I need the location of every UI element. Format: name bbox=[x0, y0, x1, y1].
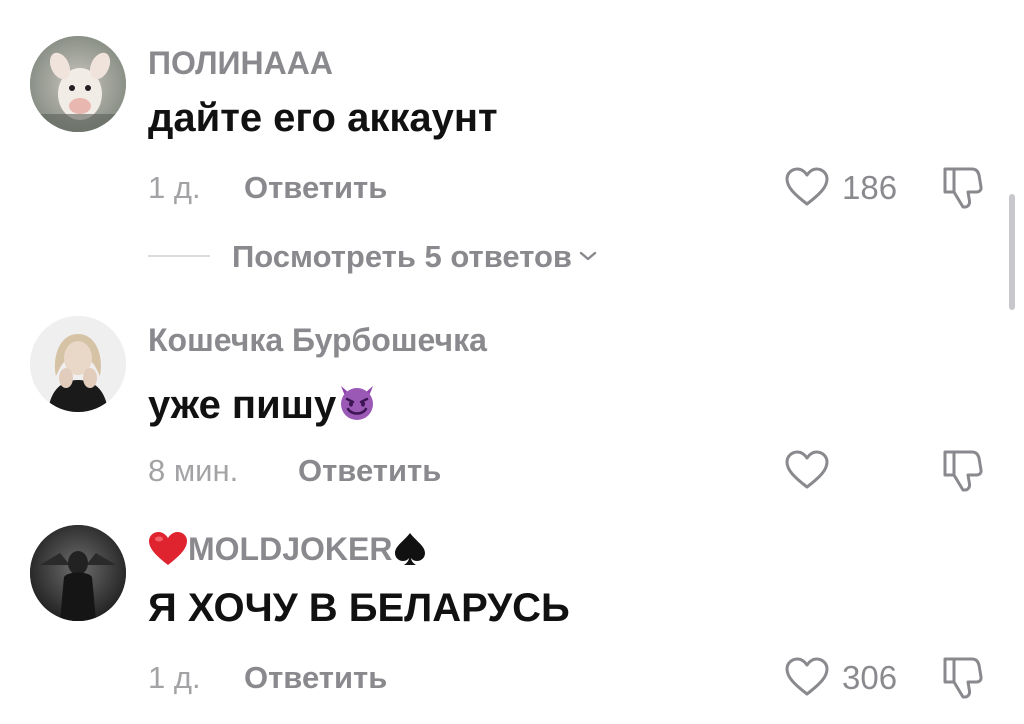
avatar-image bbox=[30, 525, 126, 621]
dislike-button[interactable] bbox=[940, 448, 984, 499]
dislike-button[interactable] bbox=[940, 655, 984, 706]
chevron-down-icon bbox=[579, 251, 597, 261]
username[interactable]: ПОЛИНААА bbox=[148, 47, 333, 79]
view-replies-button[interactable]: Посмотреть 5 ответов bbox=[148, 236, 598, 276]
heart-outline-icon bbox=[785, 657, 829, 696]
red-heart-emoji bbox=[149, 532, 187, 565]
comment-text: уже пишу bbox=[148, 380, 378, 425]
avatar[interactable] bbox=[30, 316, 126, 412]
smiling-devil-emoji bbox=[341, 386, 374, 420]
comment-time: 1 д. bbox=[148, 170, 201, 205]
spade-suit-emoji bbox=[395, 533, 426, 565]
replies-divider bbox=[148, 255, 210, 257]
avatar-image bbox=[30, 316, 126, 412]
username[interactable]: MOLDJOKER bbox=[148, 531, 428, 567]
comment-text: Я ХОЧУ В БЕЛАРУСЬ bbox=[148, 586, 570, 630]
comment-time: 8 мин. bbox=[148, 453, 239, 488]
scrollbar[interactable] bbox=[1009, 194, 1015, 310]
comments-screen: ПОЛИНААА дайте его аккаунт 1 д. Ответить… bbox=[0, 0, 1024, 724]
view-replies-label: Посмотреть 5 ответов bbox=[232, 238, 572, 274]
heart-outline-icon bbox=[785, 167, 829, 206]
like-button[interactable]: 186 bbox=[784, 167, 897, 207]
like-button[interactable] bbox=[784, 450, 830, 490]
avatar[interactable] bbox=[30, 36, 126, 132]
username-text: MOLDJOKER bbox=[188, 531, 393, 567]
username[interactable]: Кошечка Бурбошечка bbox=[148, 324, 487, 356]
dislike-icon bbox=[943, 450, 983, 492]
comment-text: дайте его аккаунт bbox=[148, 96, 498, 140]
like-button[interactable]: 306 bbox=[784, 657, 897, 697]
avatar-image bbox=[30, 36, 126, 132]
reply-button[interactable]: Ответить bbox=[298, 455, 441, 486]
dislike-icon bbox=[943, 657, 983, 699]
reply-button[interactable]: Ответить bbox=[244, 662, 387, 693]
like-count: 186 bbox=[842, 168, 898, 206]
heart-outline-icon bbox=[785, 450, 829, 489]
dislike-button[interactable] bbox=[940, 165, 984, 216]
comment-text-content: уже пишу bbox=[148, 383, 337, 427]
comment-time: 1 д. bbox=[148, 660, 201, 695]
avatar[interactable] bbox=[30, 525, 126, 621]
like-count: 306 bbox=[842, 658, 898, 696]
reply-button[interactable]: Ответить bbox=[244, 172, 387, 203]
dislike-icon bbox=[943, 167, 983, 209]
